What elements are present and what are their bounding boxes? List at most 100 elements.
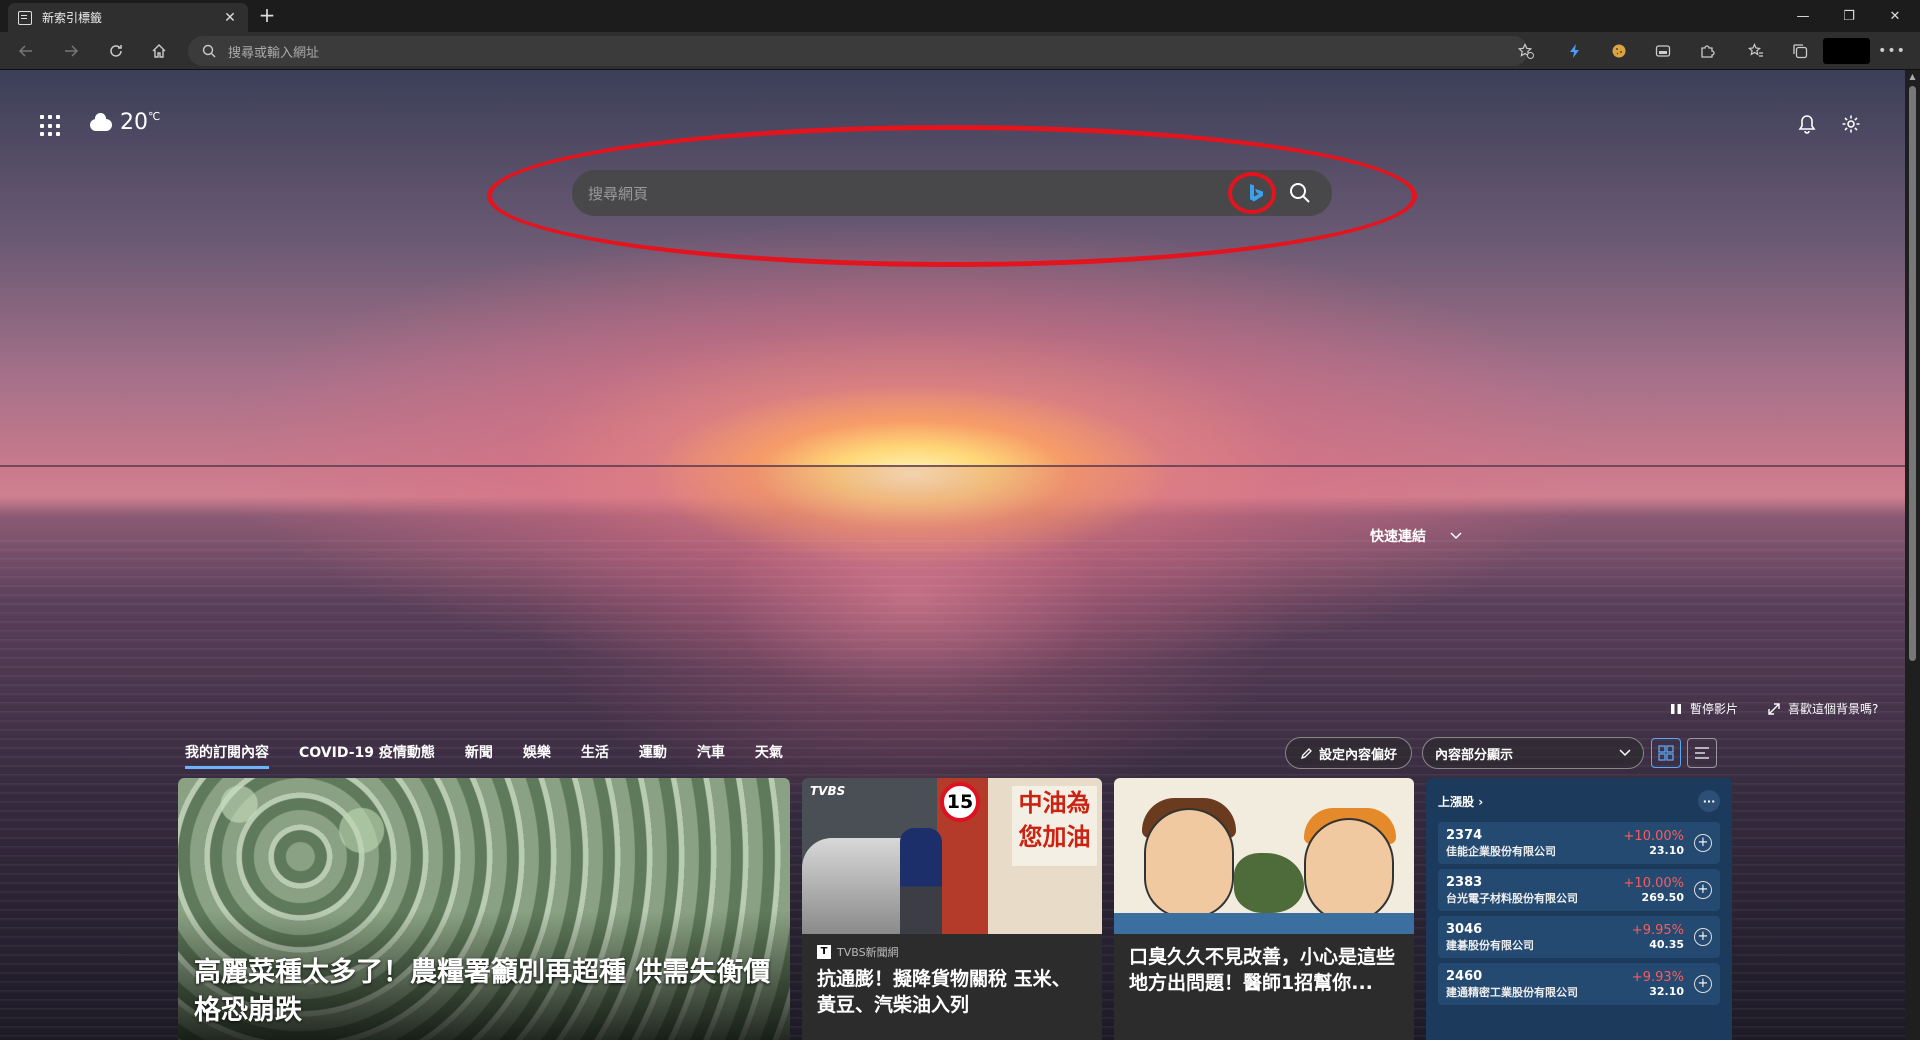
news-card-featured[interactable]: 高麗菜種太多了！農糧署籲別再超種 供需失衡價格恐崩跌 [178, 778, 790, 1040]
list-icon [1695, 747, 1709, 759]
new-tab-button[interactable]: + [255, 4, 279, 28]
card-source: T TVBS新聞網 [817, 944, 1087, 960]
stock-name: 建碁股份有限公司 [1446, 938, 1534, 952]
forward-button[interactable] [57, 37, 85, 65]
content-preferences-button[interactable]: 設定內容偏好 [1285, 737, 1413, 769]
feed-tab-weather[interactable]: 天氣 [755, 742, 783, 769]
notifications-button[interactable] [1795, 112, 1819, 136]
home-button[interactable] [145, 37, 173, 65]
card-body: 口臭久久不見改善，小心是這些地方出問題！醫師1招幫你... [1114, 934, 1414, 1040]
pause-video-button[interactable]: 暫停影片 [1670, 700, 1738, 717]
title-bar: 新索引標籤 ✕ + — ❐ ✕ [0, 0, 1920, 32]
reader-icon [1655, 45, 1671, 57]
grid-icon [1658, 745, 1674, 761]
card-source-name: TVBS新聞網 [837, 946, 899, 959]
vertical-scrollbar[interactable]: ▲ [1905, 70, 1920, 1040]
stock-row[interactable]: 2383 台光電子材料股份有限公司 +10.00% 269.50 + [1438, 869, 1720, 911]
refresh-button[interactable] [102, 37, 130, 65]
add-favorite-button[interactable] [1512, 37, 1540, 65]
feed-tab-covid[interactable]: COVID-19 疫情動態 [299, 742, 435, 769]
star-plus-icon [1518, 43, 1534, 59]
temperature: 20℃ [120, 110, 161, 135]
address-bar[interactable]: 搜尋或輸入網址 [188, 36, 1528, 66]
feed-tab-lifestyle[interactable]: 生活 [581, 742, 609, 769]
feed-tab-my-feed[interactable]: 我的訂閱內容 [185, 742, 269, 769]
stock-price: 40.35 [1649, 938, 1684, 951]
grid-view-button[interactable] [1651, 738, 1681, 768]
card-body: T TVBS新聞網 抗通膨！擬降貨物關稅 玉米、黃豆、汽柴油入列 [802, 934, 1102, 1040]
back-button[interactable] [12, 37, 40, 65]
scroll-up-arrow-icon[interactable]: ▲ [1905, 70, 1920, 84]
stock-price: 269.50 [1641, 891, 1684, 904]
chevron-down-icon [1619, 749, 1631, 757]
add-stock-icon[interactable]: + [1694, 928, 1712, 946]
bing-chat-button[interactable] [1236, 173, 1276, 213]
extensions-button[interactable] [1693, 37, 1721, 65]
lightning-icon [1570, 44, 1579, 58]
fuel-station-image: 15 中油為您加油 TVBS [802, 778, 1102, 934]
forward-arrow-icon [65, 45, 79, 57]
like-background-button[interactable]: 喜歡這個背景嗎? [1768, 700, 1878, 717]
content-visibility-select[interactable]: 內容部分顯示 [1422, 737, 1644, 769]
stock-row[interactable]: 3046 建碁股份有限公司 +9.95% 40.35 + [1438, 916, 1720, 958]
stock-code: 2383 [1446, 874, 1483, 890]
content-preferences-label: 設定內容偏好 [1319, 747, 1398, 763]
cookie-extension-button[interactable] [1605, 37, 1633, 65]
web-search-box[interactable]: 搜尋網頁 [572, 170, 1332, 216]
stock-code: 3046 [1446, 921, 1483, 937]
cartoon-face-right [1304, 818, 1394, 923]
settings-more-button[interactable]: ••• [1878, 37, 1906, 65]
feed-tab-news[interactable]: 新聞 [465, 742, 493, 769]
list-view-button[interactable] [1687, 738, 1717, 768]
news-card-health[interactable]: 口臭久久不見改善，小心是這些地方出問題！醫師1招幫你... [1114, 778, 1414, 1040]
smell-cloud [1234, 853, 1304, 913]
stock-row[interactable]: 2460 建通精密工業股份有限公司 +9.93% 32.10 + [1438, 963, 1720, 1005]
restore-button[interactable]: ❐ [1826, 0, 1872, 32]
new-tab-page-icon [18, 10, 32, 25]
quick-links-toggle[interactable]: 快速連結 [1370, 526, 1462, 546]
weather-widget[interactable]: 20℃ [90, 110, 160, 135]
scrollbar-thumb[interactable] [1909, 86, 1916, 661]
stock-price: 32.10 [1649, 985, 1684, 998]
feed-tab-entertainment[interactable]: 娛樂 [523, 742, 551, 769]
immersive-reader-button[interactable] [1649, 37, 1677, 65]
feed-navigation: 我的訂閱內容 COVID-19 疫情動態 新聞 娛樂 生活 運動 汽車 天氣 [185, 742, 783, 769]
stock-more-button[interactable]: ··· [1698, 790, 1720, 812]
card-title: 抗通膨！擬降貨物關稅 玉米、黃豆、汽柴油入列 [817, 968, 1071, 1016]
minimize-button[interactable]: — [1780, 0, 1826, 32]
add-stock-icon[interactable]: + [1694, 975, 1712, 993]
tvbs-logo-icon: T [817, 945, 831, 959]
browser-tab[interactable]: 新索引標籤 ✕ [8, 3, 248, 32]
worker-shape [900, 828, 942, 934]
stock-widget-title[interactable]: 上漲股 › [1438, 793, 1483, 810]
news-card-fuel[interactable]: 15 中油為您加油 TVBS T TVBS新聞網 抗通膨！擬降貨物關稅 玉米、黃… [802, 778, 1102, 1040]
feed-tab-autos[interactable]: 汽車 [697, 742, 725, 769]
search-input[interactable]: 搜尋網頁 [588, 183, 1236, 204]
browser-toolbar: 搜尋或輸入網址 ••• [0, 32, 1920, 70]
page-settings-button[interactable] [1839, 112, 1863, 136]
add-stock-icon[interactable]: + [1694, 834, 1712, 852]
search-submit-button[interactable] [1280, 173, 1320, 213]
like-background-label: 喜歡這個背景嗎? [1788, 702, 1879, 716]
profile-button[interactable] [1823, 38, 1870, 64]
stock-gainers-widget: 上漲股 › ··· 2374 佳能企業股份有限公司 +10.00% 23.10 + … [1426, 778, 1732, 1040]
stock-change: +9.93% [1631, 970, 1684, 985]
magnifier-icon [1290, 183, 1310, 203]
stock-code: 2374 [1446, 827, 1483, 843]
pencil-icon [1300, 747, 1312, 759]
cartoon-face-left [1144, 808, 1234, 918]
feed-tab-sports[interactable]: 運動 [639, 742, 667, 769]
stock-change: +10.00% [1623, 829, 1684, 844]
refresh-icon [110, 45, 122, 57]
stock-row[interactable]: 2374 佳能企業股份有限公司 +10.00% 23.10 + [1438, 822, 1720, 864]
performance-button[interactable] [1561, 37, 1589, 65]
add-stock-icon[interactable]: + [1694, 881, 1712, 899]
close-window-button[interactable]: ✕ [1872, 0, 1918, 32]
tab-close-button[interactable]: ✕ [222, 10, 238, 26]
quick-links-label: 快速連結 [1370, 529, 1426, 545]
app-launcher-icon[interactable] [40, 115, 62, 137]
featured-headline: 高麗菜種太多了！農糧署籲別再超種 供需失衡價格恐崩跌 [194, 957, 771, 1026]
cloud-icon [90, 112, 112, 131]
favorites-button[interactable] [1742, 37, 1770, 65]
collections-button[interactable] [1786, 37, 1814, 65]
